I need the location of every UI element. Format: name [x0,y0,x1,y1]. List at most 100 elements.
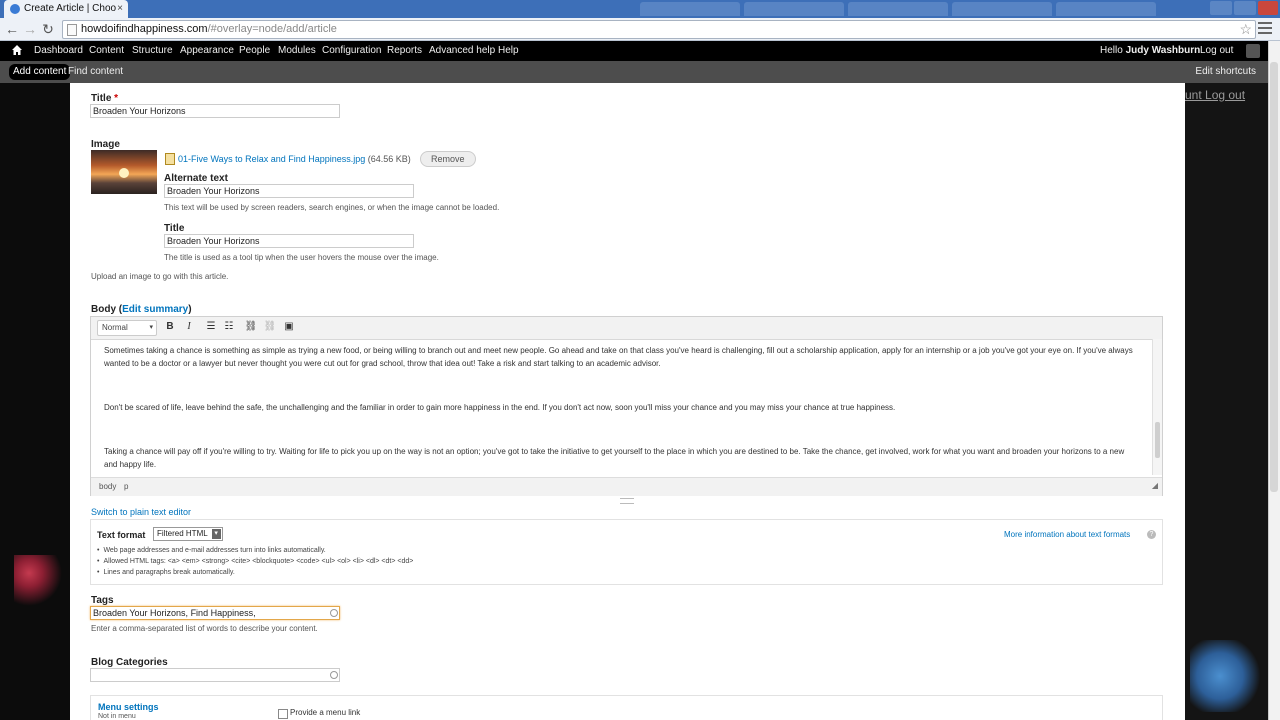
file-icon [165,153,175,165]
bulleted-list-icon[interactable]: ☷ [222,320,236,334]
url-input[interactable]: howdoifindhappiness.com/#overlay=node/ad… [62,20,1256,39]
edit-shortcuts-link[interactable]: Edit shortcuts [1195,66,1256,77]
toolbar-help[interactable]: Help [498,45,519,56]
close-window-button[interactable] [1258,1,1278,15]
node-add-overlay: Title * Broaden Your Horizons Image 01-F… [70,83,1185,720]
toolbar-content[interactable]: Content [89,45,124,56]
autocomplete-icon [330,671,338,679]
more-info-link[interactable]: More information about text formats [1004,530,1130,539]
text-format-fieldset: Text format Filtered HTML ▾ More informat… [90,519,1163,585]
vertical-tabs: Menu settings Not in menu Provide a menu… [90,695,1163,720]
editor-content[interactable]: Sometimes taking a chance is something a… [104,344,1134,471]
star-icon[interactable]: ☆ [1239,21,1252,38]
edit-summary-link[interactable]: Edit summary [122,304,188,315]
body-paragraph: Don't be scared of life, leave behind th… [104,403,896,412]
reload-icon[interactable]: ↻ [40,21,56,37]
toolbar-configuration[interactable]: Configuration [322,45,381,56]
image-insert-icon[interactable]: ▣ [282,320,296,334]
tab-close-icon[interactable]: × [117,0,123,17]
unlink-icon[interactable]: ⛓ [263,320,277,334]
editor-scrollbar-thumb[interactable] [1155,422,1160,458]
menu-settings-tab[interactable]: Menu settings [98,702,159,712]
body-paragraph: Taking a chance will pay off if you're w… [104,447,1125,469]
toolbar-appearance[interactable]: Appearance [180,45,234,56]
blog-categories-label: Blog Categories [91,657,168,668]
image-label: Image [91,139,120,150]
file-link[interactable]: 01-Five Ways to Relax and Find Happiness… [178,154,365,164]
toolbar-greeting: Hello Judy Washburn [1100,45,1201,56]
minimize-button[interactable] [1210,1,1232,15]
file-info: 01-Five Ways to Relax and Find Happiness… [178,154,411,164]
editor-format-select[interactable]: Normal ▾ [97,320,157,336]
title-input[interactable]: Broaden Your Horizons [90,104,340,118]
back-icon[interactable]: ← [4,21,20,37]
tags-input[interactable]: Broaden Your Horizons, Find Happiness, [90,606,340,620]
browser-tab-title: Create Article | Choose Jo [24,3,116,14]
toolbar-advanced-help[interactable]: Advanced help [429,45,495,56]
toolbar-reports[interactable]: Reports [387,45,422,56]
toolbar-toggle-button[interactable] [1246,44,1260,58]
background-flower-image [14,555,64,615]
provide-menu-link-label: Provide a menu link [290,708,361,717]
twitter-badge-image [1190,640,1265,712]
remove-button[interactable]: Remove [420,151,476,167]
text-format-select[interactable]: Filtered HTML ▾ [153,527,223,541]
home-icon[interactable] [11,44,23,56]
file-size: (64.56 KB) [367,154,411,164]
page-icon [67,24,77,36]
editor-scrollbar[interactable] [1152,339,1162,475]
toolbar-dashboard[interactable]: Dashboard [34,45,83,56]
background-site-left [0,83,70,720]
italic-button[interactable]: I [182,320,196,334]
wrench-icon[interactable] [1258,22,1272,34]
body-paragraph: Sometimes taking a chance is something a… [104,346,1133,368]
toolbar-modules[interactable]: Modules [278,45,316,56]
admin-toolbar: Dashboard Content Structure Appearance P… [0,41,1268,61]
autocomplete-icon [330,609,338,617]
shortcuts-bar: Add content Find content Edit shortcuts [0,61,1268,83]
browser-tab-strip: Create Article | Choose Jo × [0,0,1280,18]
background-tabs[interactable] [640,2,1200,16]
resize-grip-icon[interactable]: ◢ [1152,481,1158,490]
image-title-input[interactable]: Broaden Your Horizons [164,234,414,248]
editor-resize-handle[interactable] [620,498,634,504]
toolbar-username[interactable]: Judy Washburn [1126,45,1201,56]
provide-menu-link-checkbox[interactable] [278,709,288,719]
shortcut-find-content[interactable]: Find content [68,66,123,77]
favicon-icon [10,4,20,14]
title-label: Title * [91,93,119,104]
page-scrollbar-thumb[interactable] [1270,62,1278,492]
alt-text-input[interactable]: Broaden Your Horizons [164,184,414,198]
alt-text-description: This text will be used by screen readers… [164,203,500,212]
image-thumbnail [91,150,157,194]
blog-categories-input[interactable] [90,668,340,682]
path-body[interactable]: body [99,482,116,491]
image-title-label: Title [164,223,185,234]
maximize-button[interactable] [1234,1,1256,15]
background-site-right [1185,83,1268,720]
forward-icon[interactable]: → [22,21,38,37]
alt-text-label: Alternate text [164,173,228,184]
editor-path-bar: body p ◢ [91,477,1162,496]
toolbar-logout[interactable]: Log out [1200,45,1233,56]
path-p[interactable]: p [124,482,128,491]
bold-button[interactable]: B [163,320,177,334]
link-icon[interactable]: ⛓ [244,320,258,334]
image-title-description: The title is used as a tool tip when the… [164,253,439,262]
numbered-list-icon[interactable]: ☰ [204,320,218,334]
toolbar-structure[interactable]: Structure [132,45,173,56]
format-tip: Web page addresses and e-mail addresses … [97,547,325,554]
text-format-label: Text format [97,530,146,540]
url-path: /#overlay=node/add/article [207,23,337,35]
shortcut-add-content[interactable]: Add content [9,64,71,80]
toolbar-people[interactable]: People [239,45,270,56]
menu-settings-summary: Not in menu [98,713,136,720]
body-editor: Normal ▾ B I ☰ ☷ ⛓ ⛓ ▣ Sometimes taking a… [90,316,1163,496]
tags-label: Tags [91,595,114,606]
browser-tab[interactable]: Create Article | Choose Jo × [4,0,128,18]
body-label: Body (Edit summary) [91,304,192,315]
switch-editor-link[interactable]: Switch to plain text editor [91,507,191,517]
format-tip: Lines and paragraphs break automatically… [97,569,234,576]
help-icon: ? [1147,530,1156,539]
tags-description: Enter a comma-separated list of words to… [91,624,318,633]
